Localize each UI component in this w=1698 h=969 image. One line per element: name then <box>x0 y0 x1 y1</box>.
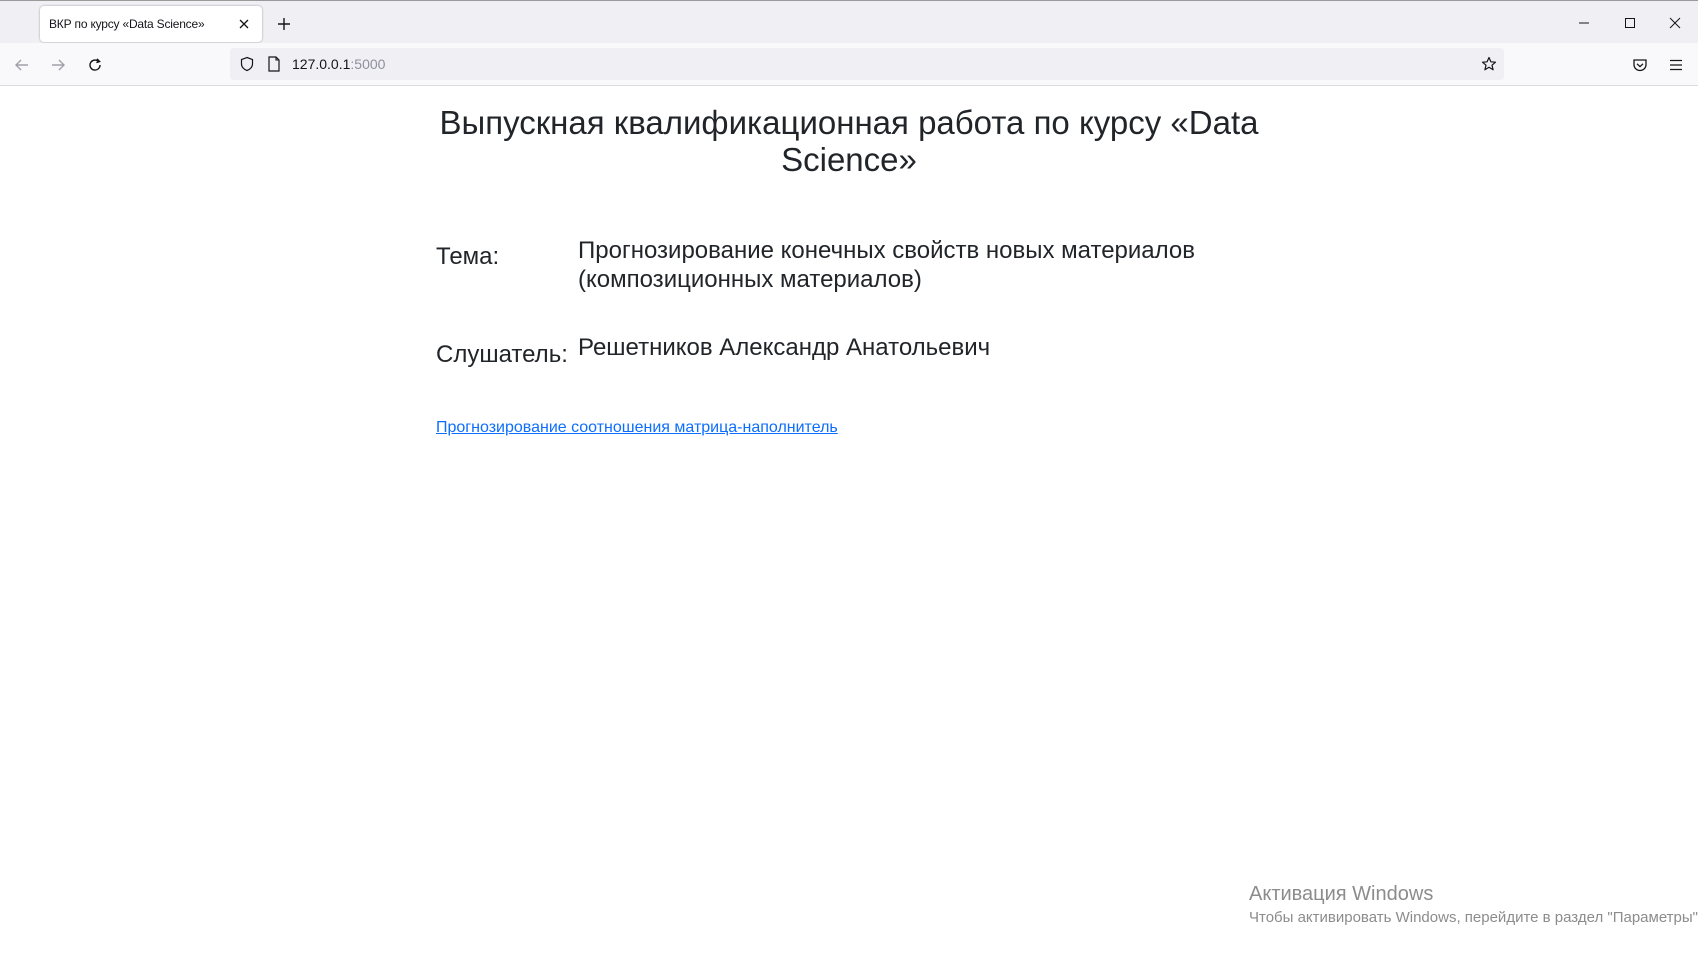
windows-activation-subtitle: Чтобы активировать Windows, перейдите в … <box>1249 909 1698 926</box>
shield-icon[interactable] <box>238 55 256 73</box>
tab-title: ВКР по курсу «Data Science» <box>49 17 205 31</box>
forward-button[interactable] <box>43 50 73 80</box>
minimize-button[interactable] <box>1561 1 1607 44</box>
arrow-left-icon <box>14 57 30 73</box>
window-close-button[interactable] <box>1652 1 1698 44</box>
tab-close-icon[interactable] <box>232 12 256 36</box>
maximize-icon <box>1624 17 1636 29</box>
back-button[interactable] <box>7 50 37 80</box>
minimize-icon <box>1578 17 1590 29</box>
plus-icon <box>277 17 291 31</box>
star-icon[interactable] <box>1480 55 1498 73</box>
url-port: :5000 <box>350 56 386 72</box>
page-icon[interactable] <box>265 55 283 73</box>
browser-tab[interactable]: ВКР по курсу «Data Science» <box>40 6 262 42</box>
arrow-right-icon <box>50 57 66 73</box>
windows-activation-title: Активация Windows <box>1249 883 1434 905</box>
student-label: Слушатель: <box>436 341 568 368</box>
close-icon <box>1669 17 1681 29</box>
student-value: Решетников Александр Анатольевич <box>578 334 991 361</box>
new-tab-button[interactable] <box>271 11 297 37</box>
hamburger-menu-icon <box>1668 57 1684 73</box>
pocket-icon <box>1632 57 1648 73</box>
url-host: 127.0.0.1 <box>292 56 351 72</box>
pocket-button[interactable] <box>1625 50 1655 80</box>
navigation-bar: 127.0.0.1:5000 <box>0 43 1698 86</box>
reload-icon <box>87 57 103 73</box>
topic-value: Прогнозирование конечных свойств новых м… <box>578 237 1196 293</box>
url-text[interactable]: 127.0.0.1:5000 <box>292 56 385 72</box>
maximize-button[interactable] <box>1607 1 1653 44</box>
menu-button[interactable] <box>1661 50 1691 80</box>
page-content: Выпускная квалификационная работа по кур… <box>0 86 1698 969</box>
prediction-link[interactable]: Прогнозирование соотношения матрица-напо… <box>436 419 838 437</box>
page-title: Выпускная квалификационная работа по кур… <box>439 104 1259 178</box>
tab-strip: ВКР по курсу «Data Science» <box>0 0 1698 43</box>
address-bar[interactable]: 127.0.0.1:5000 <box>230 48 1504 80</box>
topic-label: Тема: <box>436 243 500 270</box>
reload-button[interactable] <box>80 50 110 80</box>
